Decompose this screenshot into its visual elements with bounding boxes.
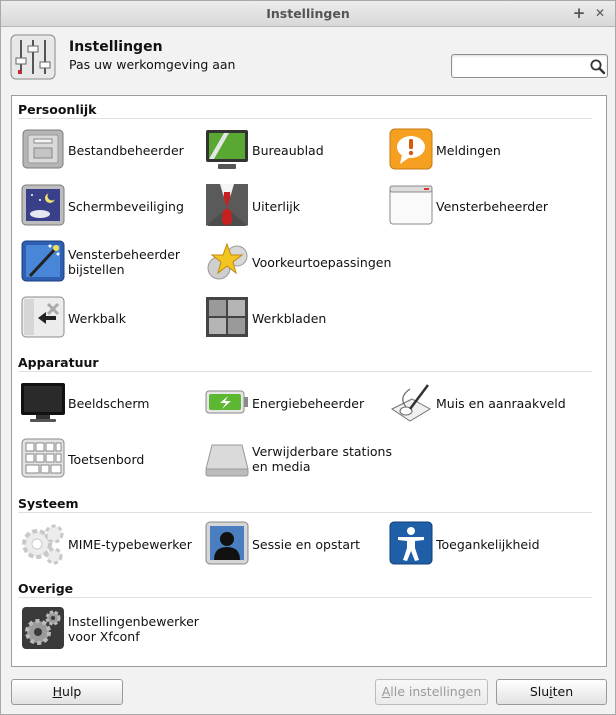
item-power-manager[interactable]: Energiebeheerder <box>204 377 388 429</box>
section-divider <box>18 118 592 119</box>
notifications-icon <box>388 126 434 172</box>
keyboard-icon <box>20 435 66 481</box>
item-mouse-touchpad[interactable]: Muis en aanraakveld <box>388 377 572 429</box>
workspaces-icon <box>204 294 250 340</box>
search-input[interactable] <box>456 57 581 75</box>
power-manager-icon <box>204 379 250 425</box>
search-icon[interactable] <box>589 58 606 75</box>
settings-window: Instellingen + ✕ Instellingen Pas uw wer… <box>0 0 616 715</box>
title-bar[interactable]: Instellingen + ✕ <box>1 1 615 27</box>
search-box[interactable] <box>451 54 608 78</box>
desktop-icon <box>204 126 250 172</box>
item-workspaces[interactable]: Werkbladen <box>204 292 388 344</box>
item-label: Instellingenbewerker voor Xfconf <box>68 614 199 644</box>
item-label: Vensterbeheerder <box>436 198 549 214</box>
item-preferred-applications[interactable]: Voorkeurtoepassingen <box>204 236 391 288</box>
item-label: Toetsenbord <box>68 451 145 467</box>
item-removable-drives[interactable]: Verwijderbare stations en media <box>204 433 392 485</box>
maximize-button[interactable]: + <box>571 5 587 21</box>
section-title-other: Overige <box>18 581 74 596</box>
settings-sliders-icon <box>10 34 56 80</box>
item-label: Energiebeheerder <box>252 395 365 411</box>
item-display[interactable]: Beeldscherm <box>20 377 204 429</box>
item-label: Bureaublad <box>252 142 324 158</box>
item-label: Uiterlijk <box>252 198 301 214</box>
item-settings-editor[interactable]: Instellingenbewerker voor Xfconf <box>20 603 204 655</box>
appearance-icon <box>204 182 250 228</box>
settings-editor-icon <box>20 605 66 651</box>
item-label: Schermbeveiliging <box>68 198 184 214</box>
item-session[interactable]: Sessie en opstart <box>204 518 388 570</box>
item-label: Toegankelijkheid <box>436 536 540 552</box>
display-icon <box>20 379 66 425</box>
close-button[interactable]: Sluiten <box>496 679 607 705</box>
item-label: Voorkeurtoepassingen <box>252 254 392 270</box>
close-label-start: Slu <box>529 684 550 699</box>
header-title: Instellingen <box>69 39 163 55</box>
item-file-manager[interactable]: Bestandbeheerder <box>20 124 204 176</box>
help-button[interactable]: Hulp <box>11 679 123 705</box>
mime-editor-icon <box>20 520 66 566</box>
item-label: Sessie en opstart <box>252 536 361 552</box>
session-icon <box>204 520 250 566</box>
section-title-hardware: Apparatuur <box>18 355 99 370</box>
all-settings-label: lle instellingen <box>390 684 482 699</box>
item-label: Werkbalk <box>68 310 127 326</box>
item-label: MIME-typebewerker <box>68 536 192 552</box>
item-window-manager-tweaks[interactable]: Vensterbeheerder bijstellen <box>20 236 204 288</box>
item-notifications[interactable]: Meldingen <box>388 124 572 176</box>
header-subtitle: Pas uw werkomgeving aan <box>69 57 236 72</box>
settings-panel: Persoonlijk Bestandbeheerder Bureaublad … <box>11 95 607 667</box>
help-mnemonic: H <box>52 684 63 699</box>
window-manager-tweaks-icon <box>20 238 66 284</box>
close-label-end: ten <box>552 684 574 699</box>
item-label: Muis en aanraakveld <box>436 395 566 411</box>
file-manager-icon <box>20 126 66 172</box>
item-label: Werkbladen <box>252 310 327 326</box>
item-label: Bestandbeheerder <box>68 142 184 158</box>
item-label: Vensterbeheerder bijstellen <box>68 247 181 277</box>
item-keyboard[interactable]: Toetsenbord <box>20 433 204 485</box>
item-label: Verwijderbare stations en media <box>252 444 392 474</box>
header: Instellingen Pas uw werkomgeving aan <box>1 27 615 87</box>
removable-drives-icon <box>204 435 250 481</box>
mouse-icon <box>388 379 434 425</box>
section-divider <box>18 597 592 598</box>
panel-icon <box>20 294 66 340</box>
screensaver-icon <box>20 182 66 228</box>
item-appearance[interactable]: Uiterlijk <box>204 180 388 232</box>
item-mime-editor[interactable]: MIME-typebewerker <box>20 518 204 570</box>
window-manager-icon <box>388 182 434 228</box>
help-label: ulp <box>62 684 82 699</box>
item-label: Meldingen <box>436 142 501 158</box>
accessibility-icon <box>388 520 434 566</box>
section-divider <box>18 512 592 513</box>
section-divider <box>18 371 592 372</box>
section-title-personal: Persoonlijk <box>18 102 97 117</box>
all-settings-button[interactable]: Alle instellingen <box>375 679 488 705</box>
all-settings-mnemonic: A <box>381 684 391 699</box>
section-title-system: Systeem <box>18 496 79 511</box>
item-screensaver[interactable]: Schermbeveiliging <box>20 180 204 232</box>
preferred-applications-icon <box>204 238 250 284</box>
item-desktop[interactable]: Bureaublad <box>204 124 388 176</box>
item-accessibility[interactable]: Toegankelijkheid <box>388 518 572 570</box>
item-window-manager[interactable]: Vensterbeheerder <box>388 180 572 232</box>
close-window-button[interactable]: ✕ <box>592 5 608 21</box>
window-title: Instellingen <box>266 6 350 21</box>
item-label: Beeldscherm <box>68 395 150 411</box>
item-panel[interactable]: Werkbalk <box>20 292 204 344</box>
